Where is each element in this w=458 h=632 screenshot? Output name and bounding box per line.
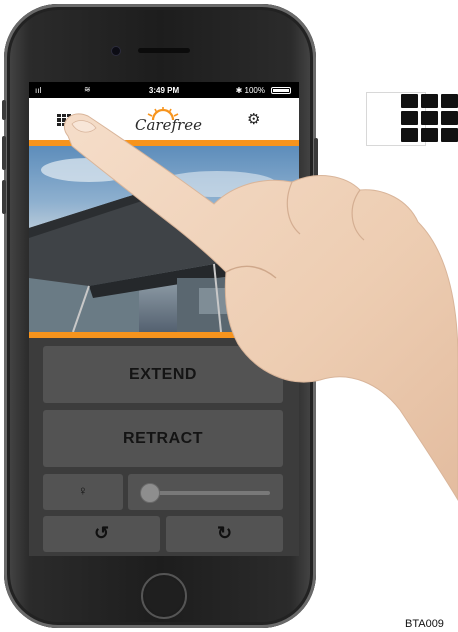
rotate-left-icon: ↺ [94, 523, 110, 543]
figure-code: BTA009 [405, 618, 444, 630]
rotate-right-button[interactable]: ↻ [166, 516, 283, 552]
earpiece-speaker [138, 48, 190, 53]
carefree-logo: Carefree [127, 106, 202, 136]
awning-photo [29, 146, 299, 332]
front-camera [111, 46, 121, 56]
grid-menu-icon[interactable] [57, 114, 71, 126]
home-button [141, 573, 187, 619]
mute-switch [2, 100, 6, 120]
photo-accent-bar [29, 332, 299, 338]
dimmer-slider-thumb[interactable] [140, 483, 161, 503]
battery-label: ✱ 100% [235, 86, 265, 95]
power-button [314, 138, 318, 180]
dimmer-control[interactable] [128, 474, 283, 510]
battery-icon [271, 87, 291, 94]
gear-icon[interactable]: ⚙ [247, 110, 260, 128]
status-bar: ııl ≋ 3:49 PM ✱ 100% [29, 82, 299, 98]
extend-button[interactable]: EXTEND [43, 346, 283, 403]
light-bulb-icon: ♀ [78, 483, 88, 498]
phone-screen: ııl ≋ 3:49 PM ✱ 100% Carefree ⚙ EXTEND R… [29, 82, 299, 556]
volume-up-button [2, 136, 6, 170]
retract-button[interactable]: RETRACT [43, 410, 283, 467]
logo-text: Carefree [135, 116, 202, 134]
dimmer-slider-track[interactable] [142, 491, 270, 495]
light-button[interactable]: ♀ [43, 474, 123, 510]
rotate-right-icon: ↻ [217, 523, 233, 543]
app-header: Carefree ⚙ [29, 98, 299, 140]
grid-menu-callout-icon [401, 94, 458, 142]
phone-device: ııl ≋ 3:49 PM ✱ 100% Carefree ⚙ EXTEND R… [2, 4, 318, 628]
volume-down-button [2, 180, 6, 214]
rotate-left-button[interactable]: ↺ [43, 516, 160, 552]
